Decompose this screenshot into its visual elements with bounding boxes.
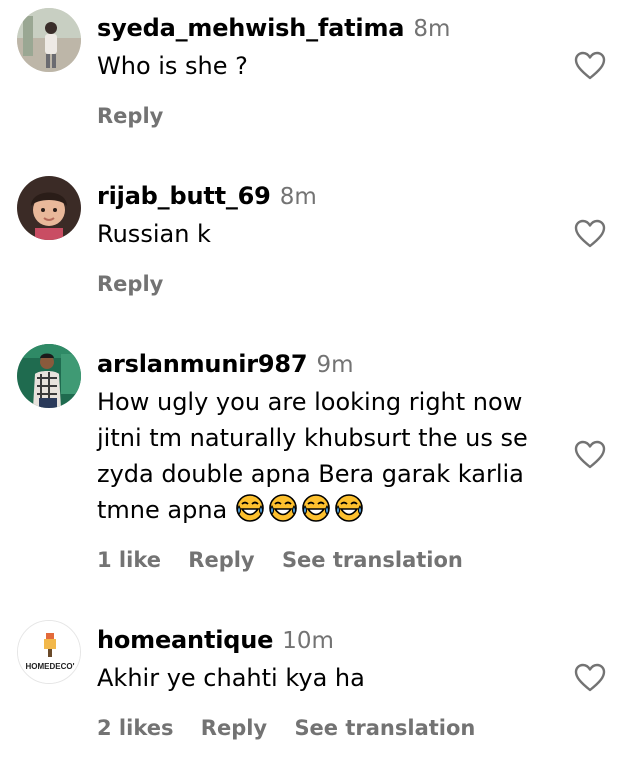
- avatar[interactable]: [17, 344, 81, 408]
- comment-actions: 1 like Reply See translation: [97, 546, 483, 574]
- username[interactable]: homeantique: [97, 626, 273, 654]
- comment-text-line: jitni tm naturally khubsurt the us se: [97, 424, 528, 452]
- comment-text-line-with-emoji: tmne apna: [97, 492, 567, 528]
- comment-text: Russian k: [97, 216, 567, 252]
- comment-text-line: zyda double apna Bera garak karlia: [97, 460, 524, 488]
- comment-header: syeda_mehwish_fatima 8m: [97, 13, 450, 43]
- timestamp: 9m: [316, 352, 354, 378]
- username[interactable]: rijab_butt_69: [97, 182, 271, 210]
- reply-button[interactable]: Reply: [188, 548, 254, 572]
- see-translation-button[interactable]: See translation: [282, 548, 463, 572]
- emoji-group: [235, 494, 367, 524]
- comment-text-fragment: tmne apna: [97, 496, 228, 524]
- likes-count[interactable]: 1 like: [97, 548, 161, 572]
- comment-text: Akhir ye chahti kya ha: [97, 660, 567, 696]
- comment-text-line: Akhir ye chahti kya ha: [97, 664, 365, 692]
- tears-of-joy-emoji-icon: [302, 494, 330, 522]
- comment-header: homeantique 10m: [97, 625, 334, 655]
- comment-text: How ugly you are looking right now jitni…: [97, 384, 567, 528]
- timestamp: 8m: [413, 16, 451, 42]
- timestamp: 8m: [279, 184, 317, 210]
- likes-count[interactable]: 2 likes: [97, 716, 173, 740]
- username[interactable]: arslanmunir987: [97, 350, 308, 378]
- reply-button[interactable]: Reply: [97, 272, 163, 296]
- avatar-logo-text: HOMEDECO': [25, 662, 74, 671]
- comment-actions: 2 likes Reply See translation: [97, 714, 495, 742]
- heart-outline-icon[interactable]: [574, 440, 606, 470]
- reply-button[interactable]: Reply: [97, 104, 163, 128]
- tears-of-joy-emoji-icon: [335, 494, 363, 522]
- reply-button[interactable]: Reply: [201, 716, 267, 740]
- comment-header: arslanmunir987 9m: [97, 349, 354, 379]
- avatar[interactable]: [17, 176, 81, 240]
- avatar[interactable]: HOMEDECO': [17, 620, 81, 684]
- timestamp: 10m: [282, 628, 334, 654]
- see-translation-button[interactable]: See translation: [294, 716, 475, 740]
- comment-actions: Reply: [97, 270, 183, 298]
- comment-header: rijab_butt_69 8m: [97, 181, 317, 211]
- comment-text: Who is she ?: [97, 48, 567, 84]
- heart-outline-icon[interactable]: [574, 51, 606, 81]
- comment-text-line: How ugly you are looking right now: [97, 388, 523, 416]
- heart-outline-icon[interactable]: [574, 663, 606, 693]
- heart-outline-icon[interactable]: [574, 219, 606, 249]
- comment-actions: Reply: [97, 102, 183, 130]
- tears-of-joy-emoji-icon: [236, 494, 264, 522]
- comment-text-line: Russian k: [97, 220, 211, 248]
- username[interactable]: syeda_mehwish_fatima: [97, 14, 404, 42]
- comment-text-line: Who is she ?: [97, 52, 248, 80]
- tears-of-joy-emoji-icon: [269, 494, 297, 522]
- avatar[interactable]: [17, 8, 81, 72]
